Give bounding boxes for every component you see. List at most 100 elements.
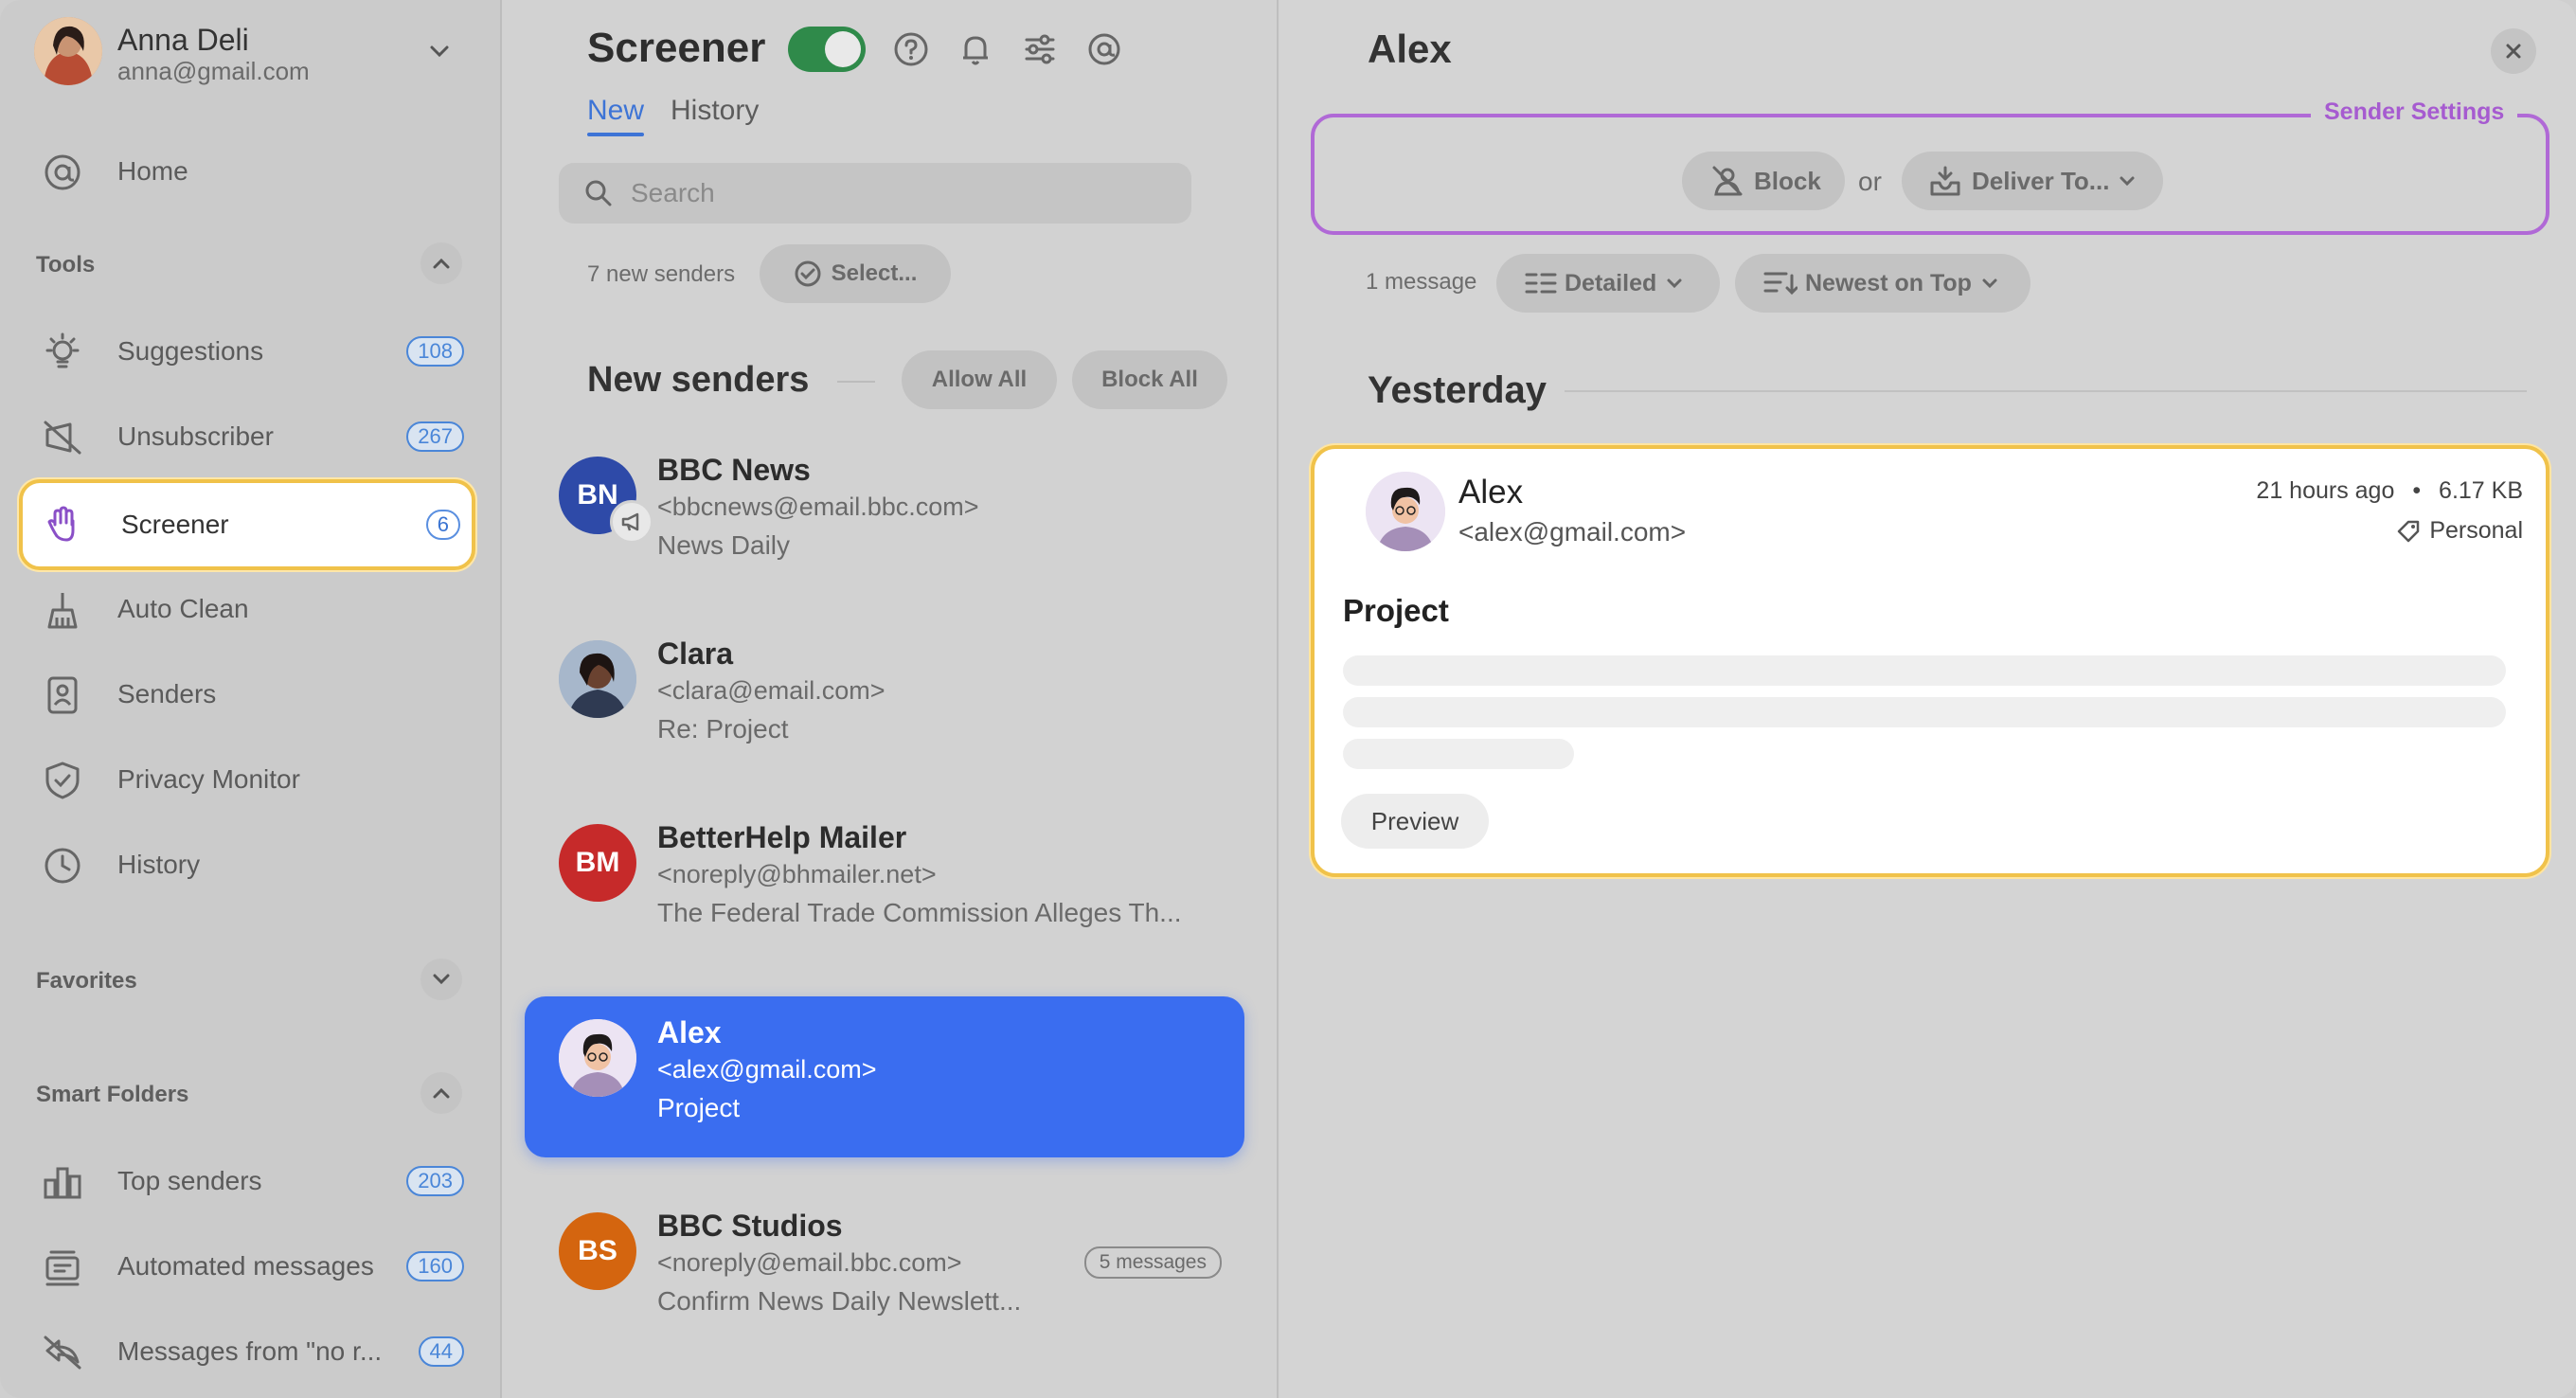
unsubscribe-icon	[42, 417, 83, 458]
sidebar-item-privacy-monitor[interactable]: Privacy Monitor	[19, 737, 475, 822]
shield-icon	[42, 760, 83, 801]
sender-row[interactable]: Clara <clara@email.com> Re: Project	[525, 618, 1244, 779]
chevron-down-icon	[1982, 278, 1997, 289]
check-circle-icon	[795, 260, 821, 287]
user-avatar	[34, 17, 102, 85]
sliders-icon[interactable]	[1019, 28, 1061, 70]
sender-email: <alex@gmail.com>	[657, 1055, 877, 1084]
user-email: anna@gmail.com	[117, 57, 310, 85]
bar-chart-icon	[42, 1161, 83, 1203]
chevron-down-icon[interactable]	[420, 32, 458, 70]
search-placeholder: Search	[631, 178, 715, 207]
close-icon[interactable]	[2491, 28, 2536, 74]
sender-row[interactable]: BN BBC News <bbcnews@email.bbc.com> News…	[525, 434, 1244, 595]
chevron-down-icon[interactable]	[420, 959, 462, 1000]
sidebar-item-no-reply[interactable]: Messages from "no r... 44	[19, 1309, 475, 1394]
count-badge: 267	[406, 421, 464, 452]
tab-new[interactable]: New	[587, 95, 644, 127]
no-reply-icon	[42, 1332, 83, 1373]
message-time: 21 hours ago	[2256, 477, 2395, 504]
sender-name: BBC Studios	[657, 1209, 843, 1243]
content-placeholder	[1343, 697, 2506, 727]
account-switcher[interactable]: Anna Deli anna@gmail.com	[28, 13, 474, 89]
deliver-to-dropdown[interactable]: Deliver To...	[1902, 152, 2163, 210]
sender-name: Alex	[657, 1015, 722, 1049]
sidebar-item-top-senders[interactable]: Top senders 203	[19, 1138, 475, 1224]
smart-folders-section-header: Smart Folders	[36, 1082, 189, 1107]
toggle-knob	[825, 31, 861, 67]
sender-name: BBC News	[657, 453, 811, 487]
bell-icon[interactable]	[955, 28, 996, 70]
sender-email: <clara@email.com>	[657, 676, 886, 705]
sidebar-item-history[interactable]: History	[19, 822, 475, 907]
sort-dropdown[interactable]: Newest on Top	[1735, 254, 2030, 313]
sort-icon	[1763, 272, 1798, 296]
inbox-deliver-icon	[1930, 166, 1960, 196]
message-subject: Project	[1343, 593, 1449, 628]
content-placeholder	[1343, 739, 1574, 769]
sidebar: Anna Deli anna@gmail.com Home Tools Sugg…	[0, 0, 502, 1398]
tools-section-header: Tools	[36, 252, 96, 278]
chevron-down-icon	[1667, 278, 1682, 289]
avatar-initials: BS	[578, 1235, 617, 1266]
sidebar-item-screener[interactable]: Screener 6	[19, 479, 475, 570]
count-badge: 44	[418, 1336, 464, 1367]
count-badge: 108	[406, 336, 464, 367]
sender-row[interactable]: BS BBC Studios <noreply@email.bbc.com> C…	[525, 1190, 1244, 1351]
help-icon[interactable]	[890, 28, 932, 70]
tag-icon	[2398, 520, 2420, 542]
sidebar-item-home[interactable]: Home	[19, 129, 475, 214]
deliver-label: Deliver To...	[1972, 166, 2110, 195]
message-count: 1 message	[1366, 269, 1477, 295]
sidebar-item-unsubscriber[interactable]: Unsubscriber 267	[19, 394, 475, 479]
sender-row[interactable]: BM BetterHelp Mailer <noreply@bhmailer.n…	[525, 801, 1244, 962]
message-label-tag[interactable]: Personal	[2395, 517, 2523, 545]
block-button[interactable]: Block	[1682, 152, 1845, 210]
sidebar-item-suggestions[interactable]: Suggestions 108	[19, 309, 475, 394]
message-card[interactable]: Alex <alex@gmail.com> 21 hours ago • 6.1…	[1311, 445, 2549, 877]
sidebar-item-label: Auto Clean	[117, 594, 249, 623]
sidebar-item-automated-messages[interactable]: Automated messages 160	[19, 1224, 475, 1309]
sidebar-item-senders[interactable]: Senders	[19, 652, 475, 737]
message-sender-name: Alex	[1458, 474, 1524, 511]
sender-row-selected[interactable]: Alex <alex@gmail.com> Project	[525, 996, 1244, 1157]
tab-history[interactable]: History	[671, 95, 759, 127]
sender-email: <bbcnews@email.bbc.com>	[657, 493, 979, 521]
sender-email: <noreply@email.bbc.com>	[657, 1248, 962, 1277]
detail-panel: Alex Block or Deliver To... Sender Setti…	[1280, 0, 2576, 1398]
avatar-initials: BN	[577, 479, 618, 511]
sender-avatar	[1366, 472, 1445, 551]
sidebar-item-label: Screener	[121, 510, 229, 539]
preview-button[interactable]: Preview	[1341, 794, 1489, 849]
block-all-button[interactable]: Block All	[1072, 350, 1227, 409]
page-title: Screener	[587, 25, 766, 71]
at-sign-icon	[42, 152, 83, 193]
lightbulb-icon	[42, 332, 83, 373]
user-name: Anna Deli	[117, 23, 249, 57]
sidebar-item-label: History	[117, 850, 201, 879]
sender-name: Clara	[657, 636, 734, 671]
count-badge: 160	[406, 1251, 464, 1282]
select-button[interactable]: Select...	[760, 244, 951, 303]
screener-toggle[interactable]	[788, 27, 866, 72]
search-input[interactable]: Search	[559, 163, 1191, 224]
view-mode-dropdown[interactable]: Detailed	[1496, 254, 1720, 313]
block-user-icon	[1712, 166, 1743, 196]
detail-title: Alex	[1368, 27, 1452, 71]
hand-icon	[42, 502, 83, 544]
chevron-up-icon[interactable]	[420, 1072, 462, 1114]
date-group-heading: Yesterday	[1368, 369, 1547, 411]
message-size: 6.17 KB	[2439, 477, 2523, 504]
at-filter-icon[interactable]	[1083, 28, 1125, 70]
avatar-initials: BM	[575, 847, 620, 878]
block-label: Block	[1754, 166, 1821, 195]
sidebar-item-auto-clean[interactable]: Auto Clean	[19, 566, 475, 652]
sidebar-item-label: Top senders	[117, 1166, 262, 1195]
chevron-up-icon[interactable]	[420, 242, 462, 284]
count-badge: 6	[425, 510, 460, 540]
count-badge: 203	[406, 1166, 464, 1196]
sidebar-item-label: Suggestions	[117, 336, 264, 366]
divider	[1565, 390, 2527, 392]
allow-all-button[interactable]: Allow All	[902, 350, 1057, 409]
sort-label: Newest on Top	[1805, 269, 1972, 296]
